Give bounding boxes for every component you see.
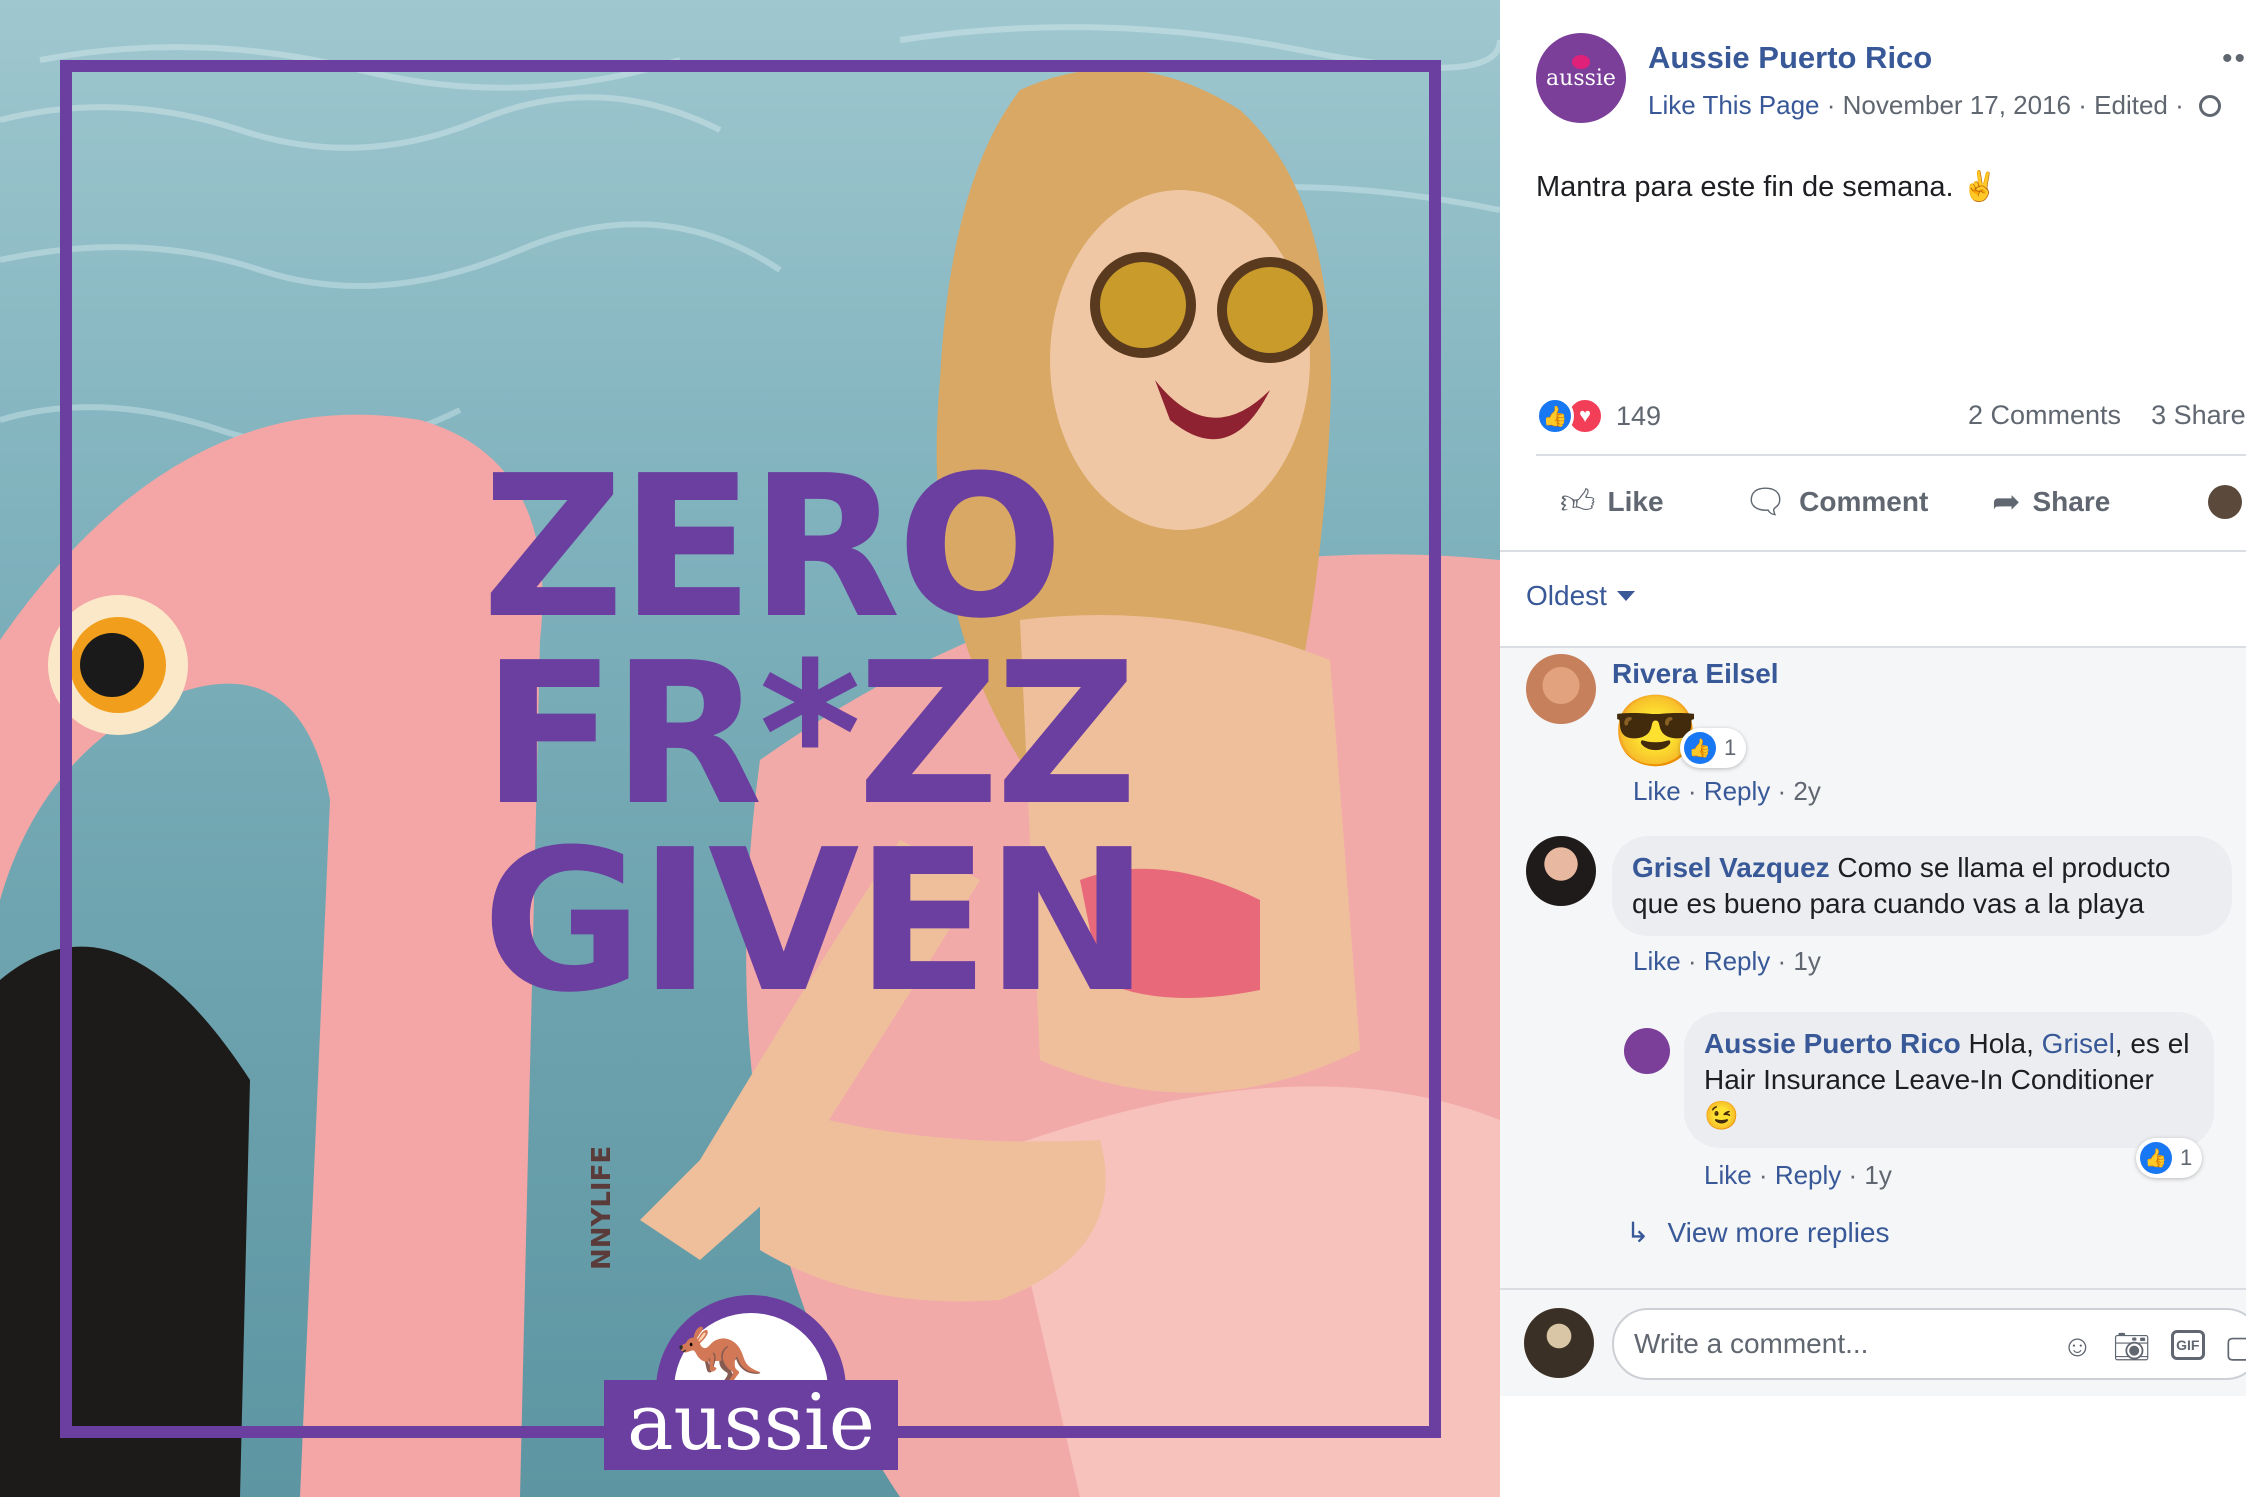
comment-time[interactable]: 1y bbox=[1793, 946, 1820, 976]
page-name[interactable]: Aussie Puerto Rico bbox=[1648, 40, 1932, 76]
post-counts: 2 Comments 3 Share bbox=[1968, 400, 2246, 431]
sort-dropdown[interactable]: Oldest bbox=[1526, 580, 1635, 612]
comment-footer: Like · Reply · 2y bbox=[1633, 776, 1821, 806]
post-text: Mantra para este fin de semana. ✌ bbox=[1536, 171, 1998, 203]
reply-author[interactable]: Aussie Puerto Rico bbox=[1704, 1028, 1961, 1059]
sticker-icon[interactable]: ▢ bbox=[2225, 1330, 2246, 1365]
post-date[interactable]: November 17, 2016 bbox=[1843, 90, 2071, 120]
globe-icon bbox=[2199, 95, 2221, 117]
sort-label: Oldest bbox=[1526, 580, 1607, 611]
reaction-count: 149 bbox=[1616, 400, 1662, 431]
reply-reaction-chip[interactable]: 👍 1 bbox=[2136, 1138, 2203, 1178]
reactions-summary[interactable]: 👍 ♥ 149 bbox=[1536, 396, 1661, 436]
shares-count[interactable]: 3 Share bbox=[2151, 400, 2246, 430]
speech-bubble-icon: 🗨︎ bbox=[1744, 483, 1788, 521]
reply-reaction-count: 1 bbox=[2180, 1145, 2193, 1170]
kangaroo-icon bbox=[1572, 55, 1590, 69]
headline-line-1: ZERO bbox=[482, 434, 1064, 662]
comment-like-link[interactable]: Like bbox=[1633, 776, 1681, 806]
like-reaction-icon: 👍 bbox=[1536, 397, 1574, 435]
reply-arrow-icon: ↳ bbox=[1626, 1217, 1650, 1248]
reply-bubble: Aussie Puerto Rico Hola, Grisel, es el H… bbox=[1684, 1012, 2214, 1148]
comment-button[interactable]: 🗨︎ Comment bbox=[1744, 482, 1928, 522]
page-avatar-text: aussie bbox=[1546, 65, 1616, 91]
avatar[interactable] bbox=[1526, 654, 1596, 724]
like-reaction-icon: 👍 bbox=[1684, 732, 1716, 764]
post-panel: aussie Aussie Puerto Rico Like This Page… bbox=[1500, 0, 2246, 1497]
headline: ZERO FR*ZZ GIVEN bbox=[482, 434, 1149, 1036]
comment-composer: Write a comment... ☺ 📷︎ GIF ▢ bbox=[1500, 1288, 2246, 1396]
camera-icon[interactable]: 📷︎ bbox=[2113, 1330, 2151, 1365]
edited-label[interactable]: Edited bbox=[2094, 90, 2168, 120]
emoji-icon[interactable]: ☺ bbox=[2062, 1330, 2093, 1365]
comment-reply-link[interactable]: Reply bbox=[1704, 946, 1770, 976]
comment-reply-link[interactable]: Reply bbox=[1704, 776, 1770, 806]
chevron-down-icon bbox=[1616, 591, 1635, 601]
post-photo[interactable]: NNYLIFE ZERO FR*ZZ GIVEN 🦘 aussie bbox=[0, 0, 1500, 1497]
comment-bubble: Grisel Vazquez Como se llama el producto… bbox=[1612, 836, 2232, 936]
logo-wordmark: aussie bbox=[627, 1378, 875, 1468]
more-options-icon[interactable]: •• bbox=[2222, 42, 2246, 76]
mention-link[interactable]: Grisel bbox=[2042, 1028, 2115, 1059]
reply-footer: Like · Reply · 1y bbox=[1704, 1160, 1892, 1190]
action-bar: 👍︎ Like 🗨︎ Comment ➦ Share bbox=[1536, 474, 2246, 530]
reaction-identity-selector[interactable] bbox=[2208, 485, 2246, 519]
comment-reaction-chip[interactable]: 👍 1 bbox=[1680, 728, 1747, 768]
comment-footer: Like · Reply · 1y bbox=[1633, 946, 1821, 976]
comment-time[interactable]: 2y bbox=[1793, 776, 1820, 806]
thumbs-up-icon: 👍︎ bbox=[1560, 482, 1596, 521]
avatar bbox=[2208, 485, 2242, 519]
reply-text-start: Hola, bbox=[1968, 1028, 2034, 1059]
divider bbox=[1536, 454, 2246, 456]
composer-icons: ☺ 📷︎ GIF ▢ bbox=[2062, 1330, 2246, 1365]
headline-line-2: FR*ZZ bbox=[482, 621, 1138, 849]
avatar[interactable] bbox=[1624, 1028, 1670, 1074]
reply-like-link[interactable]: Like bbox=[1704, 1160, 1752, 1190]
like-reaction-icon: 👍 bbox=[2140, 1142, 2172, 1174]
share-button[interactable]: ➦ Share bbox=[1992, 482, 2110, 522]
reply-reply-link[interactable]: Reply bbox=[1775, 1160, 1841, 1190]
comment-author[interactable]: Rivera Eilsel bbox=[1612, 658, 1779, 689]
headline-line-3: GIVEN bbox=[482, 808, 1149, 1036]
like-button[interactable]: 👍︎ Like bbox=[1560, 482, 1664, 523]
comment-author[interactable]: Grisel Vazquez bbox=[1632, 852, 1830, 883]
page-avatar[interactable]: aussie bbox=[1536, 33, 1626, 123]
reply-time[interactable]: 1y bbox=[1864, 1160, 1891, 1190]
like-page-link[interactable]: Like This Page bbox=[1648, 90, 1820, 120]
share-label: Share bbox=[2032, 486, 2111, 517]
avatar[interactable] bbox=[1526, 836, 1596, 906]
comment-reaction-count: 1 bbox=[1724, 735, 1737, 760]
comments-count[interactable]: 2 Comments bbox=[1968, 400, 2121, 430]
aussie-logo: 🦘 aussie bbox=[604, 1295, 898, 1470]
post-meta: Like This Page · November 17, 2016 · Edi… bbox=[1648, 90, 2221, 121]
gif-icon[interactable]: GIF bbox=[2170, 1330, 2205, 1360]
share-arrow-icon: ➦ bbox=[1992, 483, 2021, 521]
comment-label: Comment bbox=[1799, 486, 1929, 517]
comment-sort-area: Oldest bbox=[1500, 550, 2246, 648]
comments-section: Rivera Eilsel 😎 👍 1 Like · Reply · 2y Gr… bbox=[1500, 648, 2246, 1288]
view-more-label: View more replies bbox=[1667, 1216, 1890, 1248]
comment-like-link[interactable]: Like bbox=[1633, 946, 1681, 976]
like-label: Like bbox=[1607, 486, 1664, 517]
view-more-replies[interactable]: ↳ View more replies bbox=[1626, 1216, 1890, 1249]
avatar bbox=[1524, 1308, 1594, 1378]
